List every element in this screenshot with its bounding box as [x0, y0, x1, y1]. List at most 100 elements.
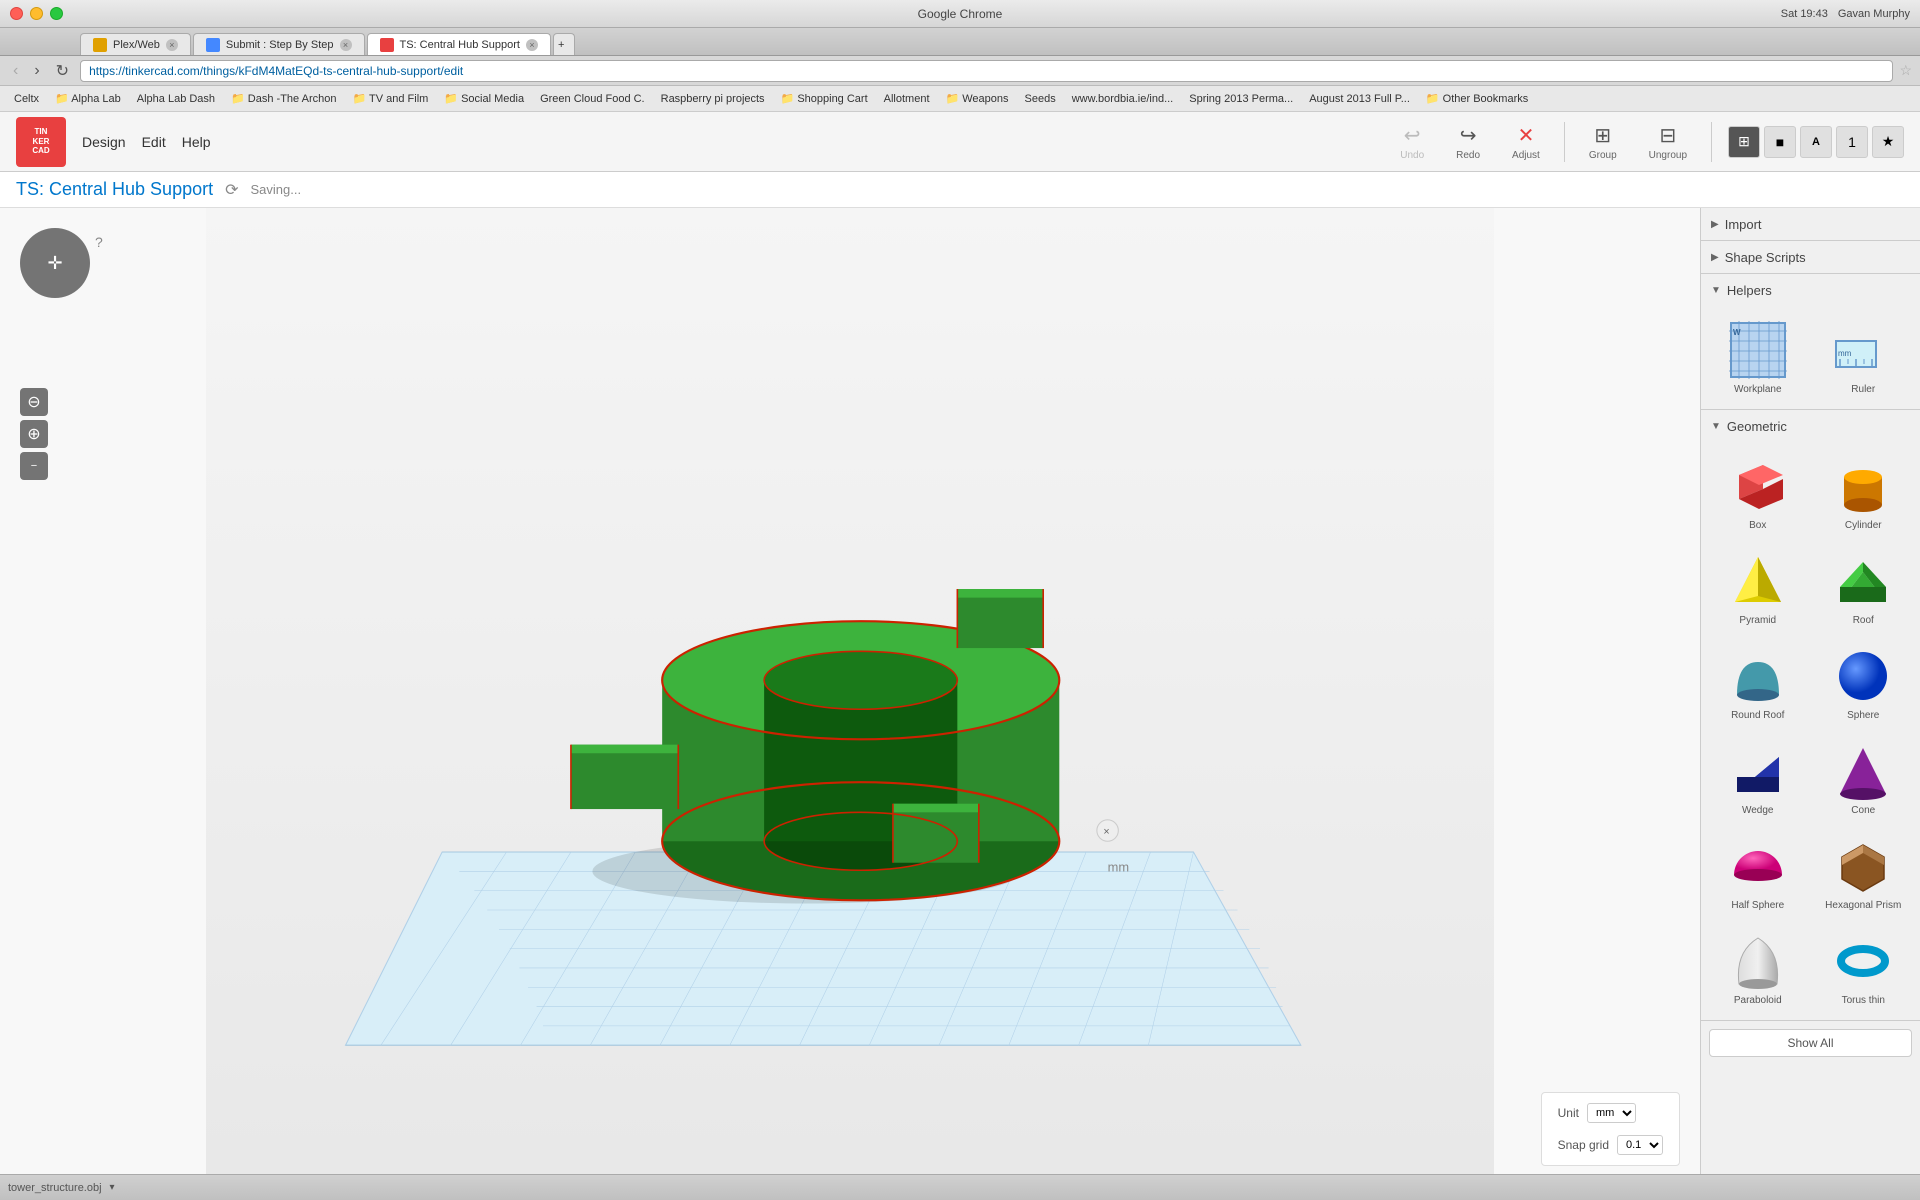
shape-sphere[interactable]: Sphere — [1815, 640, 1913, 727]
helpers-content: W Workplane — [1701, 306, 1920, 409]
tinkercad-logo[interactable]: TINKERCAD — [16, 117, 66, 167]
right-panel: ▶ Import ▶ Shape Scripts ▼ Helpers — [1700, 208, 1920, 1174]
ungroup-icon: ⊟ — [1659, 123, 1676, 148]
address-input[interactable] — [80, 60, 1893, 82]
shape-paraboloid[interactable]: Paraboloid — [1709, 925, 1807, 1012]
pan-icon: ✛ — [47, 253, 62, 274]
viewport[interactable]: ✛ ⊖ ⊕ − ? — [0, 208, 1700, 1174]
project-title-bar: TS: Central Hub Support ⟳ Saving... — [0, 172, 1920, 208]
traffic-lights[interactable] — [10, 7, 63, 20]
import-header[interactable]: ▶ Import — [1701, 208, 1920, 240]
zoom-out-btn[interactable]: ⊖ — [20, 388, 48, 416]
nav-help[interactable]: Help — [182, 134, 211, 150]
group-button[interactable]: ⊞ Group — [1581, 119, 1625, 165]
bookmark-alpha-lab-dash[interactable]: Alpha Lab Dash — [131, 91, 221, 107]
tab-close-tinkercad[interactable]: × — [526, 39, 538, 51]
bookmark-august2013[interactable]: August 2013 Full P... — [1303, 91, 1416, 107]
bookmark-raspberry[interactable]: Raspberry pi projects — [655, 91, 771, 107]
geometric-arrow: ▼ — [1711, 421, 1721, 432]
nav-design[interactable]: Design — [82, 134, 126, 150]
adjust-button[interactable]: ✕ Adjust — [1504, 119, 1548, 165]
roof-label: Roof — [1853, 615, 1874, 626]
snap-grid-select[interactable]: 0.1 0.5 1 — [1617, 1135, 1663, 1155]
tab-favicon-tinkercad — [380, 38, 394, 52]
cylinder-label: Cylinder — [1845, 520, 1882, 531]
tab-submit[interactable]: Submit : Step By Step × — [193, 33, 365, 55]
toolbar-divider-1 — [1564, 122, 1565, 162]
shape-wedge[interactable]: Wedge — [1709, 735, 1807, 822]
forward-button[interactable]: › — [29, 60, 44, 82]
shape-round-roof[interactable]: Round Roof — [1709, 640, 1807, 727]
half-sphere-label: Half Sphere — [1731, 900, 1784, 911]
group-label: Group — [1589, 150, 1617, 161]
tab-new[interactable]: + — [553, 33, 575, 55]
helpers-header[interactable]: ▼ Helpers — [1701, 274, 1920, 306]
bookmark-spring2013[interactable]: Spring 2013 Perma... — [1183, 91, 1299, 107]
shape-half-sphere[interactable]: Half Sphere — [1709, 830, 1807, 917]
bookmark-alpha-lab[interactable]: 📁 Alpha Lab — [49, 90, 127, 107]
view-btn-solid[interactable]: ■ — [1764, 126, 1796, 158]
bookmark-weapons[interactable]: 📁 Weapons — [940, 90, 1015, 107]
view-btn-star[interactable]: ★ — [1872, 126, 1904, 158]
view-btn-grid[interactable]: ⊞ — [1728, 126, 1760, 158]
bookmark-shopping[interactable]: 📁 Shopping Cart — [775, 90, 874, 107]
redo-button[interactable]: ↪ Redo — [1448, 119, 1488, 165]
reload-button[interactable]: ↻ — [51, 59, 74, 83]
tab-plex[interactable]: Plex/Web × — [80, 33, 191, 55]
shape-hexagonal-prism[interactable]: Hexagonal Prism — [1815, 830, 1913, 917]
shape-ruler[interactable]: mm Ruler — [1815, 314, 1913, 401]
tab-close-submit[interactable]: × — [340, 39, 352, 51]
zoom-controls: ⊖ ⊕ − — [20, 308, 48, 480]
bookmark-star[interactable]: ☆ — [1899, 62, 1912, 79]
shape-cylinder[interactable]: Cylinder — [1815, 450, 1913, 537]
back-button[interactable]: ‹ — [8, 60, 23, 82]
bookmark-other[interactable]: 📁 Other Bookmarks — [1420, 90, 1534, 107]
group-icon: ⊞ — [1594, 123, 1611, 148]
unit-select[interactable]: mm in — [1587, 1103, 1636, 1123]
zoom-fit-btn[interactable]: − — [20, 452, 48, 480]
shape-torus-thin[interactable]: Torus thin — [1815, 925, 1913, 1012]
geometric-header[interactable]: ▼ Geometric — [1701, 410, 1920, 442]
bookmark-bordbia[interactable]: www.bordbia.ie/ind... — [1066, 91, 1180, 107]
shape-workplane[interactable]: W Workplane — [1709, 314, 1807, 401]
shape-scripts-arrow: ▶ — [1711, 252, 1719, 263]
pyramid-preview — [1728, 551, 1788, 611]
nav-edit[interactable]: Edit — [142, 134, 166, 150]
shape-box[interactable]: Box — [1709, 450, 1807, 537]
adjust-icon: ✕ — [1518, 123, 1535, 148]
bookmark-dash-archon[interactable]: 📁 Dash -The Archon — [225, 90, 342, 107]
redo-icon: ↪ — [1460, 123, 1477, 148]
tab-label-tinkercad: TS: Central Hub Support — [400, 39, 520, 51]
shape-cone[interactable]: Cone — [1815, 735, 1913, 822]
tab-close-plex[interactable]: × — [166, 39, 178, 51]
nav-pan[interactable]: ✛ — [20, 228, 90, 298]
bookmark-tv-film[interactable]: 📁 TV and Film — [346, 90, 434, 107]
bookmark-allotment[interactable]: Allotment — [878, 91, 936, 107]
ruler-label: Ruler — [1851, 384, 1875, 395]
zoom-in-btn[interactable]: ⊕ — [20, 420, 48, 448]
tab-tinkercad[interactable]: TS: Central Hub Support × — [367, 33, 551, 55]
shape-pyramid[interactable]: Pyramid — [1709, 545, 1807, 632]
mm-label: mm — [1108, 859, 1129, 874]
refresh-icon[interactable]: ⟳ — [225, 180, 238, 200]
close-button[interactable] — [10, 7, 23, 20]
file-dropdown-icon[interactable]: ▾ — [110, 1182, 115, 1193]
cylinder-preview — [1833, 456, 1893, 516]
svg-text:×: × — [1103, 826, 1109, 838]
bookmark-celtx[interactable]: Celtx — [8, 91, 45, 107]
project-title[interactable]: TS: Central Hub Support — [16, 179, 213, 200]
ungroup-button[interactable]: ⊟ Ungroup — [1641, 119, 1695, 165]
workplane-preview: W — [1728, 320, 1788, 380]
view-btn-wire[interactable]: A — [1800, 126, 1832, 158]
bookmark-green-cloud[interactable]: Green Cloud Food C. — [534, 91, 651, 107]
shape-scripts-header[interactable]: ▶ Shape Scripts — [1701, 241, 1920, 273]
show-all-button[interactable]: Show All — [1709, 1029, 1912, 1057]
undo-button[interactable]: ↩ Undo — [1392, 119, 1432, 165]
shape-roof[interactable]: Roof — [1815, 545, 1913, 632]
minimize-button[interactable] — [30, 7, 43, 20]
helpers-label: Helpers — [1727, 283, 1772, 298]
maximize-button[interactable] — [50, 7, 63, 20]
bookmark-seeds[interactable]: Seeds — [1019, 91, 1062, 107]
bookmark-social-media[interactable]: 📁 Social Media — [438, 90, 530, 107]
view-btn-num[interactable]: 1 — [1836, 126, 1868, 158]
